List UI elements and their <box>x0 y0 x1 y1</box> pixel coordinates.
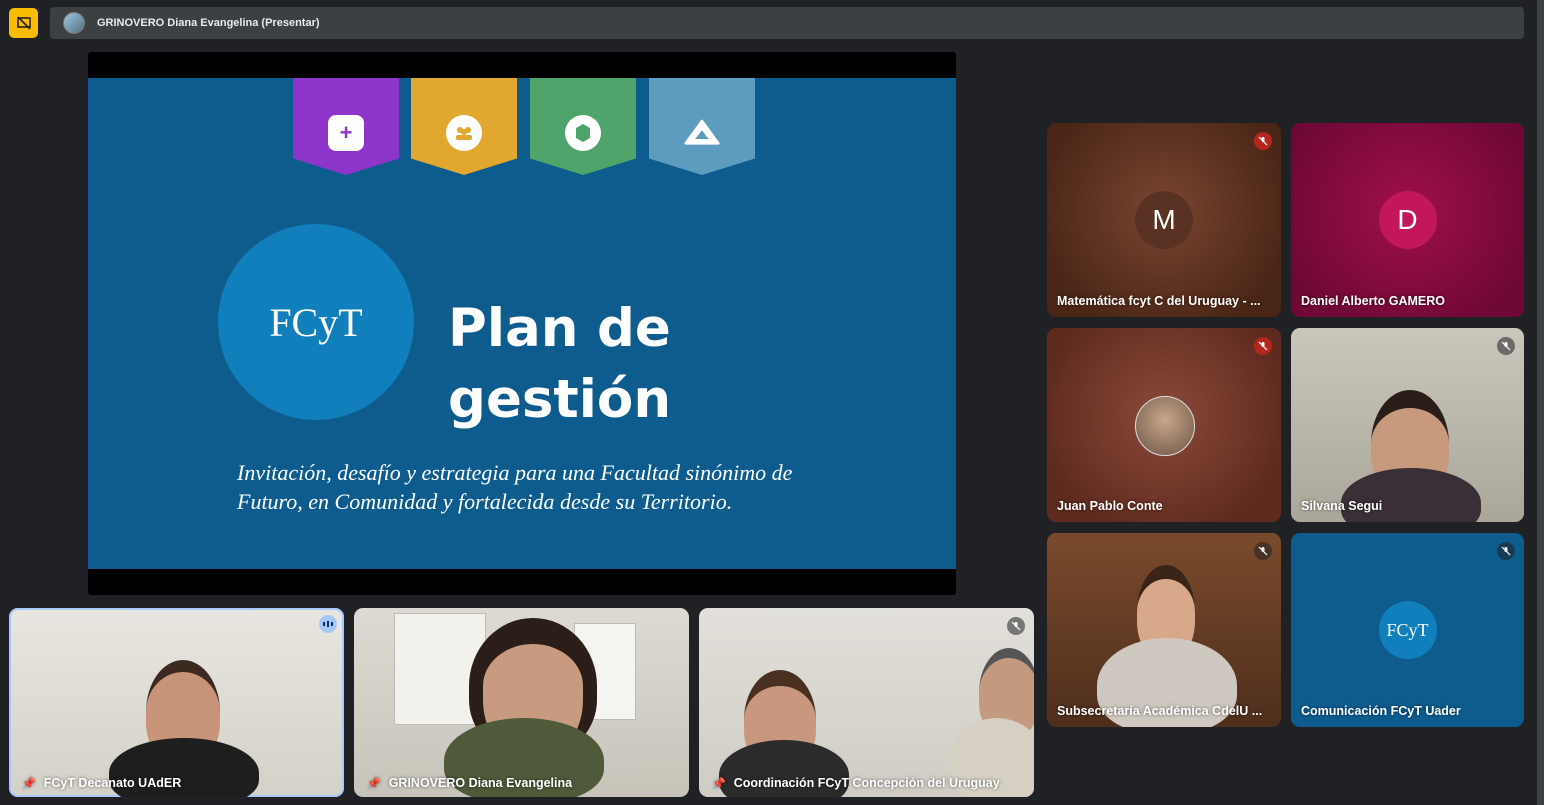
participant-tile-daniel[interactable]: D Daniel Alberto GAMERO <box>1291 123 1524 317</box>
mic-off-icon <box>1007 617 1025 635</box>
participant-tile-matematica[interactable]: M Matemática fcyt C del Uruguay - ... <box>1047 123 1281 317</box>
slide-title-line1: Plan de <box>448 298 671 359</box>
ribbon-community <box>411 78 517 175</box>
ribbon-future <box>649 78 755 175</box>
participant-name: Matemática fcyt C del Uruguay - ... <box>1057 294 1261 308</box>
video-body <box>1341 468 1481 522</box>
slide-subtitle-line2: Futuro, en Comunidad y fortalecida desde… <box>237 489 733 514</box>
participant-name: Juan Pablo Conte <box>1057 499 1163 513</box>
pin-icon: 📌 <box>712 778 726 790</box>
scrollbar[interactable] <box>1537 0 1544 805</box>
mic-off-icon <box>1254 542 1272 560</box>
ribbon-territory <box>530 78 636 175</box>
presenter-title: GRINOVERO Diana Evangelina (Presentar) <box>97 17 320 29</box>
fcyt-logo: FCyT <box>218 224 414 420</box>
avatar: D <box>1378 191 1437 249</box>
participant-name: 📌 FCyT Decanato UAdER <box>22 776 181 790</box>
stop-presenting-button[interactable] <box>9 8 38 38</box>
pin-icon: 📌 <box>367 778 381 790</box>
plus-icon: + <box>328 115 364 151</box>
mic-off-icon <box>1497 337 1515 355</box>
participant-name-text: GRINOVERO Diana Evangelina <box>388 776 573 790</box>
people-icon <box>446 115 482 151</box>
avatar: M <box>1135 191 1193 249</box>
participant-tile-subsecretaria[interactable]: Subsecretaría Académica CdelU ... <box>1047 533 1281 727</box>
slide-title-line2: gestión <box>448 369 672 430</box>
participant-name: Silvana Segui <box>1301 499 1383 513</box>
participant-name: 📌 Coordinación FCyT Concepción del Urugua… <box>712 776 1000 790</box>
presenter-bar: GRINOVERO Diana Evangelina (Presentar) <box>50 7 1524 39</box>
participant-tile-coordinacion[interactable]: 📌 Coordinación FCyT Concepción del Urugua… <box>699 608 1034 797</box>
participant-tile-juan-pablo[interactable]: Juan Pablo Conte <box>1047 328 1281 522</box>
participant-tile-comunicacion[interactable]: FCyT Comunicación FCyT Uader <box>1291 533 1524 727</box>
avatar <box>1135 396 1195 456</box>
map-shape-icon <box>565 115 601 151</box>
slide-subtitle: Invitación, desafío y estrategia para un… <box>237 458 897 516</box>
participant-name-text: FCyT Decanato UAdER <box>43 776 182 790</box>
presenter-avatar <box>63 12 85 34</box>
fcyt-avatar-logo: FCyT <box>1378 601 1437 659</box>
presentation-slide: + FCyT Plan de gestión Invitación, desaf… <box>88 78 956 569</box>
presentation-off-icon <box>16 16 31 30</box>
slide-subtitle-line1: Invitación, desafío y estrategia para un… <box>237 460 793 485</box>
mic-off-icon <box>1254 132 1272 150</box>
participant-tile-silvana[interactable]: Silvana Segui <box>1291 328 1524 522</box>
mic-off-icon <box>1497 542 1515 560</box>
participant-tile-grinovero[interactable]: 📌 GRINOVERO Diana Evangelina <box>354 608 689 797</box>
speaking-indicator-icon <box>319 615 337 633</box>
participant-name-text: Coordinación FCyT Concepción del Uruguay <box>733 776 1000 790</box>
participant-name: 📌 GRINOVERO Diana Evangelina <box>367 776 572 790</box>
pin-icon: 📌 <box>22 778 36 790</box>
mic-off-icon <box>1254 337 1272 355</box>
triangle-icon <box>684 115 720 151</box>
participant-name: Daniel Alberto GAMERO <box>1301 294 1445 308</box>
participant-name: Comunicación FCyT Uader <box>1301 704 1461 718</box>
shared-screen[interactable]: + FCyT Plan de gestión Invitación, desaf… <box>88 52 956 595</box>
participant-tile-decanato[interactable]: 📌 FCyT Decanato UAdER <box>9 608 344 797</box>
ribbon-health: + <box>293 78 399 175</box>
slide-title: Plan de gestión <box>448 293 808 435</box>
participant-name: Subsecretaría Académica CdelU ... <box>1057 704 1263 718</box>
